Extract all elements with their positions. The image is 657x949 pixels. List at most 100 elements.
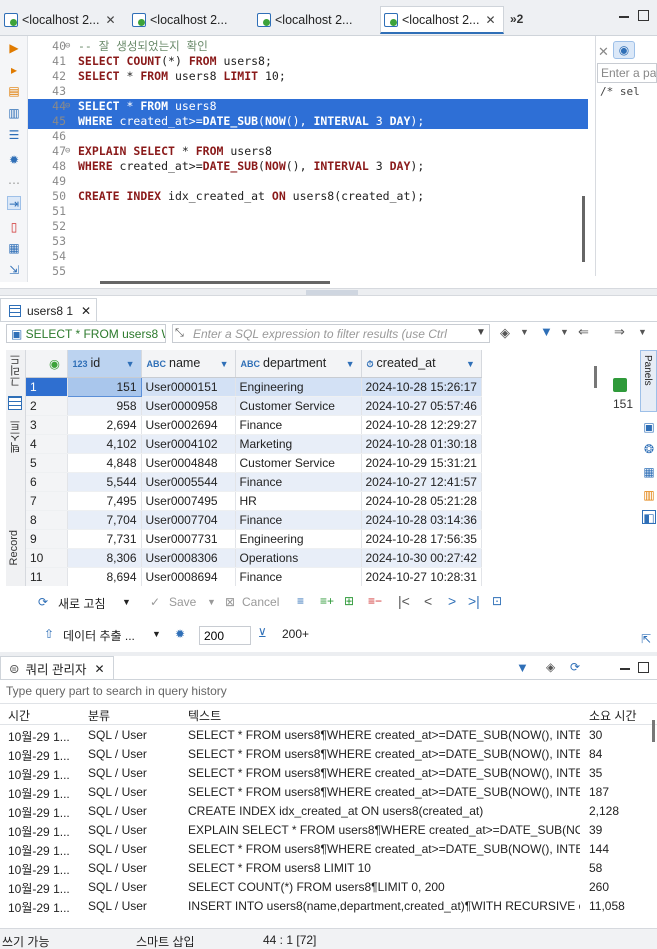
cell-created-at[interactable]: 2024-10-27 12:41:57	[361, 472, 482, 492]
history-row[interactable]: 10월-29 1... SQL / User CREATE INDEX idx_cr…	[0, 802, 657, 821]
result-grid[interactable]: ◉ 123 id ▼ ABC name ▼ ABC department ▼ ⏱ create…	[26, 350, 589, 586]
table-row[interactable]: 6 5,544 User0005544 Finance 2024-10-27 12:41…	[26, 472, 482, 492]
editor-line[interactable]: 50 CREATE INDEX idx_created_at ON users8(…	[28, 189, 588, 204]
add-row-icon[interactable]: ≡+	[320, 594, 334, 608]
fetch-size-input[interactable]	[199, 626, 251, 645]
close-icon[interactable]: ✕	[485, 13, 495, 27]
minimize-icon[interactable]	[620, 668, 630, 670]
cell-id[interactable]: 151	[66, 376, 142, 397]
editor-line[interactable]: 51	[28, 204, 588, 219]
query-manager-tab[interactable]: ⊜ 쿼리 관리자 ✕	[0, 656, 114, 680]
history-vertical-scrollbar[interactable]	[652, 720, 655, 742]
header-time[interactable]: 시간	[8, 707, 30, 724]
next-page-icon[interactable]: >	[448, 593, 456, 609]
outline-item[interactable]: /* sel	[600, 85, 640, 98]
cell-name[interactable]: User0007495	[141, 491, 236, 511]
table-row[interactable]: 7 7,495 User0007495 HR 2024-10-28 05:21:28	[26, 491, 482, 511]
first-page-icon[interactable]: |<	[398, 593, 410, 609]
cell-name[interactable]: User0005544	[141, 472, 236, 492]
cell-created-at[interactable]: 2024-10-28 17:56:35	[361, 529, 482, 549]
tab-text[interactable]: 텍스트	[8, 420, 24, 453]
row-number[interactable]: 5	[26, 453, 68, 473]
cell-created-at[interactable]: 2024-10-28 01:30:18	[361, 434, 482, 454]
properties-icon[interactable]: ▣	[642, 420, 656, 434]
fold-icon[interactable]: ⊖	[65, 144, 70, 159]
cell-name[interactable]: User0007704	[141, 510, 236, 530]
sort-icon[interactable]: ▼	[220, 359, 229, 369]
history-row[interactable]: 10월-29 1... SQL / User SELECT * FROM users…	[0, 840, 657, 859]
close-icon[interactable]: ✕	[81, 304, 91, 318]
cell-department[interactable]: Marketing	[235, 434, 362, 454]
row-number[interactable]: 10	[26, 548, 68, 568]
header-text[interactable]: 텍스트	[188, 707, 221, 724]
result-query-text[interactable]: ▣ SELECT * FROM users8 W	[6, 324, 166, 343]
history-icon[interactable]: ☰	[7, 128, 21, 142]
chevron-down-icon[interactable]: ▼	[520, 327, 529, 337]
panels-toggle[interactable]: Panels	[640, 350, 657, 412]
editor-line[interactable]: 40 ⊖ -- 잘 생성되었는지 확인	[28, 39, 588, 54]
forward-icon[interactable]: ⇒	[614, 324, 625, 340]
row-number[interactable]: 6	[26, 472, 68, 492]
splitter-grip[interactable]	[306, 290, 358, 295]
editor-line[interactable]: 48 WHERE created_at>=DATE_SUB(NOW(), INTE…	[28, 159, 588, 174]
cell-department[interactable]: Customer Service	[235, 396, 362, 416]
execute-script-icon[interactable]: ▤	[7, 84, 21, 98]
fetch-next-icon[interactable]: ⊻	[258, 626, 267, 640]
query-history-search-input[interactable]: Type query part to search in query histo…	[6, 684, 657, 702]
cell-name[interactable]: User0004102	[141, 434, 236, 454]
eraser-icon[interactable]: ◈	[500, 325, 510, 341]
row-number[interactable]: 2	[26, 396, 68, 416]
minimize-icon[interactable]	[619, 16, 629, 18]
sort-icon[interactable]: ▼	[346, 359, 355, 369]
tab-record[interactable]: Record	[8, 530, 20, 565]
close-icon[interactable]: ✕	[105, 13, 115, 27]
file-icon[interactable]: ▯	[7, 220, 21, 234]
maximize-icon[interactable]	[638, 662, 649, 673]
editor-line[interactable]: 49	[28, 174, 588, 189]
table-row[interactable]: 11 8,694 User0008694 Finance 2024-10-27 10:2…	[26, 567, 482, 586]
row-number[interactable]: 3	[26, 415, 68, 435]
table-row[interactable]: 4 4,102 User0004102 Marketing 2024-10-28 01:…	[26, 434, 482, 454]
editor-line[interactable]: 47 ⊖ EXPLAIN SELECT * FROM users8	[28, 144, 588, 159]
export-icon[interactable]: ⇥	[7, 196, 21, 211]
editor-results-splitter[interactable]	[0, 288, 657, 296]
editor-vertical-scrollbar[interactable]	[582, 196, 585, 262]
table-row[interactable]: 10 8,306 User0008306 Operations 2024-10-30 0…	[26, 548, 482, 568]
settings-icon[interactable]: ✹	[7, 153, 21, 167]
eye-icon[interactable]: ◉	[613, 41, 635, 59]
chevron-down-icon[interactable]: ▼	[638, 327, 647, 337]
editor-tab-4-active[interactable]: <localhost 2... ✕	[380, 6, 504, 34]
save-icon[interactable]	[613, 378, 627, 392]
cell-created-at[interactable]: 2024-10-28 15:26:17	[361, 377, 482, 397]
row-number[interactable]: 11	[26, 567, 68, 586]
chevron-down-icon[interactable]: ▼	[152, 629, 161, 639]
grid-icon[interactable]	[8, 396, 22, 410]
cell-id[interactable]: 7,495	[67, 491, 142, 511]
cell-name[interactable]: User0004848	[141, 453, 236, 473]
row-number[interactable]: 7	[26, 491, 68, 511]
chevron-down-icon[interactable]: ▼	[122, 597, 131, 607]
layout-icon[interactable]: ◧	[642, 510, 656, 525]
previous-page-icon[interactable]: <	[424, 593, 432, 609]
cell-department[interactable]: Engineering	[235, 377, 362, 397]
editor-line[interactable]: 54	[28, 249, 588, 264]
editor-horizontal-scrollbar[interactable]	[100, 281, 330, 284]
cell-department[interactable]: Finance	[235, 415, 362, 435]
back-icon[interactable]: ⇐	[578, 324, 589, 340]
editor-line[interactable]: 55	[28, 264, 588, 279]
select-all-icon[interactable]: ◉	[49, 357, 60, 371]
cell-created-at[interactable]: 2024-10-29 15:31:21	[361, 453, 482, 473]
fold-icon[interactable]: ⊖	[65, 99, 70, 114]
history-row[interactable]: 10월-29 1... SQL / User SELECT * FROM users…	[0, 783, 657, 802]
history-row[interactable]: 10월-29 1... SQL / User SELECT * FROM users…	[0, 726, 657, 745]
cell-created-at[interactable]: 2024-10-28 03:14:36	[361, 510, 482, 530]
table-row[interactable]: 2 958 User0000958 Customer Service 2024-10-2…	[26, 396, 482, 416]
cell-name[interactable]: User0008694	[141, 567, 236, 586]
history-row[interactable]: 10월-29 1... SQL / User INSERT INTO users8(…	[0, 897, 657, 916]
expand-filter-icon[interactable]: ⤡	[175, 327, 184, 340]
column-header-created-at[interactable]: ⏱ created_at ▼	[361, 350, 482, 378]
explain-plan-icon[interactable]: ▥	[7, 106, 21, 120]
chart-icon[interactable]: ▥	[642, 488, 656, 502]
history-row[interactable]: 10월-29 1... SQL / User SELECT * FROM users…	[0, 745, 657, 764]
cell-department[interactable]: Finance	[235, 510, 362, 530]
